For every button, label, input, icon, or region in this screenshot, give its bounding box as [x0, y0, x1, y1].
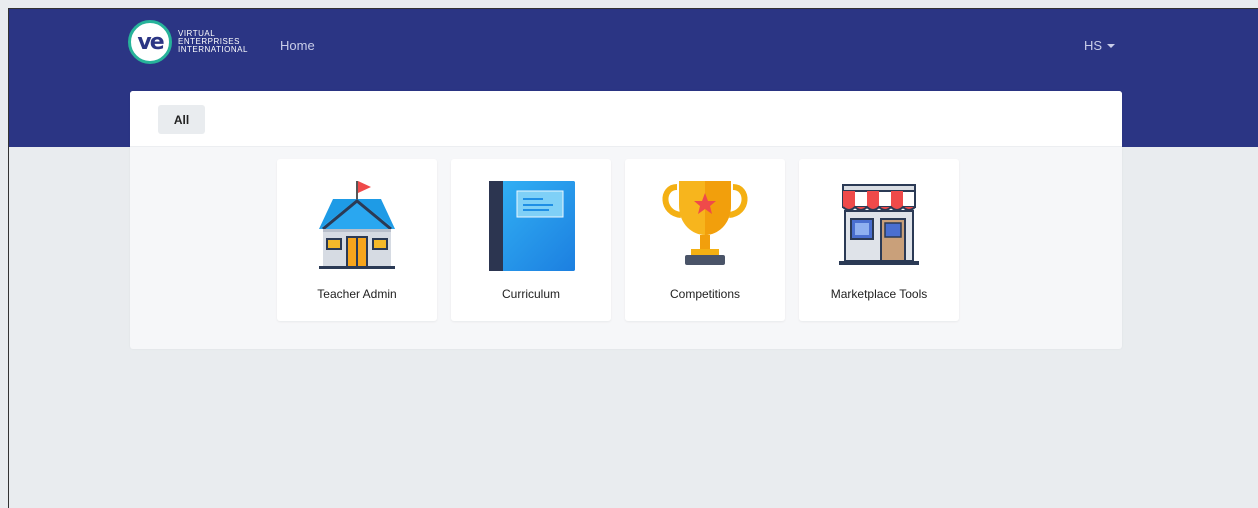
user-menu[interactable]: HS [1084, 38, 1116, 53]
tile-label: Teacher Admin [317, 287, 397, 301]
tile-competitions[interactable]: Competitions [625, 159, 785, 321]
logo-mark: ve [137, 29, 164, 55]
ve-logo[interactable]: ve VIRTUAL ENTERPRISES INTERNATIONAL [128, 20, 248, 64]
filter-all-button[interactable]: All [158, 105, 205, 134]
filter-bar: All [130, 91, 1122, 147]
app-tiles: Teacher Admin Curriculum Competitions Ma… [277, 159, 959, 321]
trophy-icon [662, 181, 748, 265]
tile-label: Curriculum [501, 287, 560, 301]
school-icon [319, 181, 395, 269]
app-frame: ve VIRTUAL ENTERPRISES INTERNATIONAL Hom… [8, 8, 1258, 508]
tile-teacher-admin[interactable]: Teacher Admin [277, 159, 437, 321]
user-initials: HS [1084, 38, 1103, 53]
tile-label: Competitions [669, 287, 741, 301]
tile-label: Marketplace Tools [830, 287, 928, 301]
logo-badge: ve [128, 20, 172, 64]
logo-wordmark: VIRTUAL ENTERPRISES INTERNATIONAL [178, 30, 248, 54]
tile-marketplace-tools[interactable]: Marketplace Tools [799, 159, 959, 321]
nav-home-link[interactable]: Home [280, 38, 315, 53]
book-icon [489, 181, 575, 271]
logo-line-3: INTERNATIONAL [178, 45, 248, 54]
store-icon [839, 184, 919, 265]
tile-curriculum[interactable]: Curriculum [451, 159, 611, 321]
caret-down-icon [1107, 43, 1116, 48]
apps-panel: All Teacher Admin Curriculum Competition… [130, 91, 1122, 349]
